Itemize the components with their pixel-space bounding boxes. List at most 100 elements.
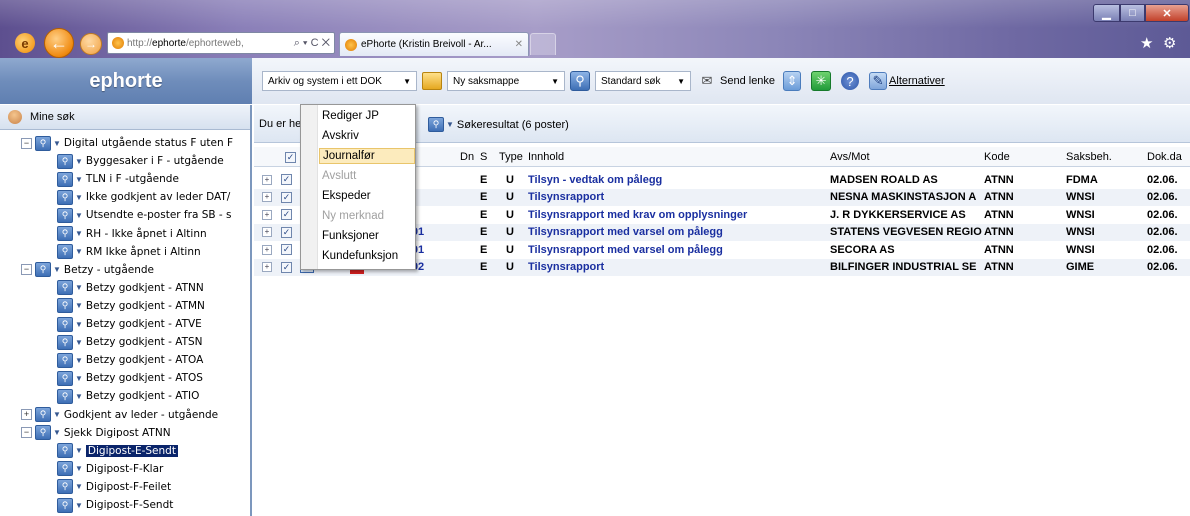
cell-innhold[interactable]: Tilsynsrapport med krav om opplysninger xyxy=(528,209,747,221)
search-icon[interactable]: ⚲ xyxy=(428,117,444,132)
context-menu-item[interactable]: Rediger JP xyxy=(319,108,415,124)
row-checkbox[interactable]: ✓ xyxy=(281,244,292,255)
context-menu-item[interactable]: Funksjoner xyxy=(319,228,415,244)
alternatives-icon[interactable]: ✎ xyxy=(869,72,888,90)
row-expand-icon[interactable]: + xyxy=(262,192,272,202)
chevron-down-icon[interactable]: ▼ xyxy=(75,446,83,455)
archive-select[interactable]: Arkiv og system i ett DOK ▼ xyxy=(262,71,417,91)
sidebar-item[interactable]: + ⚲ ▼ Godkjent av leder - utgående xyxy=(21,406,218,424)
chevron-down-icon[interactable]: ▼ xyxy=(75,301,83,310)
sidebar-item[interactable]: ⚲ ▼ Ikke godkjent av leder DAT/ xyxy=(57,188,230,206)
folder-icon[interactable] xyxy=(422,72,442,90)
col-dn[interactable]: Dn xyxy=(460,147,474,167)
row-checkbox[interactable]: ✓ xyxy=(281,209,292,220)
alternatives-button[interactable]: Alternativer xyxy=(889,75,945,87)
case-select[interactable]: Ny saksmappe ▼ xyxy=(447,71,565,91)
refresh-icon[interactable]: ✳ xyxy=(811,71,832,91)
chevron-down-icon[interactable]: ▼ xyxy=(75,338,83,347)
favorites-star-icon[interactable]: ★ xyxy=(1140,34,1153,52)
chevron-down-icon[interactable]: ▼ xyxy=(53,410,61,419)
cell-innhold[interactable]: Tilsynsrapport med varsel om pålegg xyxy=(528,244,723,256)
chevron-down-icon[interactable]: ▼ xyxy=(75,211,83,220)
sidebar-item[interactable]: − ⚲ ▼ Sjekk Digipost ATNN xyxy=(21,424,171,442)
chevron-down-icon[interactable]: ▼ xyxy=(75,229,83,238)
close-window-button[interactable]: ✕ xyxy=(1145,4,1189,22)
context-menu-item[interactable]: Kundefunksjon xyxy=(319,248,415,264)
sidebar-item[interactable]: ⚲ ▼ Betzy godkjent - ATMN xyxy=(57,297,205,315)
row-checkbox[interactable]: ✓ xyxy=(281,226,292,238)
sidebar-item[interactable]: ⚲ ▼ Byggesaker i F - utgående xyxy=(57,152,224,170)
chevron-down-icon[interactable]: ▼ xyxy=(75,374,83,383)
collapse-icon[interactable]: − xyxy=(21,427,32,439)
row-expand-icon[interactable]: + xyxy=(262,174,272,185)
col-saksbeh[interactable]: Saksbeh. xyxy=(1066,147,1112,167)
col-innhold[interactable]: Innhold xyxy=(528,147,564,167)
sidebar-item[interactable]: ⚲ ▼ Betzy godkjent - ATSN xyxy=(57,333,203,351)
context-menu-item[interactable]: Journalfør xyxy=(319,148,415,164)
sidebar-item[interactable]: ⚲ ▼ RH - Ikke åpnet i Altinn xyxy=(57,225,207,243)
address-controls-icon[interactable]: ⌕ ▾ C ✕ xyxy=(289,36,334,50)
search-icon[interactable]: ⚲ xyxy=(570,71,590,91)
chevron-down-icon[interactable]: ▼ xyxy=(75,157,83,166)
sidebar-item[interactable]: ⚲ ▼ TLN i F -utgående xyxy=(57,170,179,188)
forward-button[interactable]: → xyxy=(80,33,102,55)
context-menu-item[interactable]: Avskriv xyxy=(319,128,415,144)
sort-updown-icon[interactable]: ⇕ xyxy=(783,71,802,91)
chevron-down-icon[interactable]: ▼ xyxy=(53,428,61,437)
sidebar-item[interactable]: ⚲ ▼ Utsendte e-poster fra SB - s xyxy=(57,206,232,224)
sidebar-item[interactable]: ⚲ ▼ Betzy godkjent - ATVE xyxy=(57,315,202,333)
cell-innhold[interactable]: Tilsynsrapport med varsel om pålegg xyxy=(528,226,723,238)
col-s[interactable]: S xyxy=(480,147,487,167)
browser-tab[interactable]: ePhorte (Kristin Breivoll - Ar... ✕ xyxy=(339,32,529,56)
sidebar-item[interactable]: ⚲ ▼ Digipost-F-Feilet xyxy=(57,478,171,496)
row-expand-icon[interactable]: + xyxy=(262,244,272,255)
row-expand-icon[interactable]: + xyxy=(262,227,272,237)
context-menu-item[interactable]: Ekspeder xyxy=(319,188,415,204)
chevron-down-icon[interactable]: ▼ xyxy=(75,320,83,329)
new-tab-button[interactable] xyxy=(530,33,556,55)
chevron-down-icon[interactable]: ▼ xyxy=(53,265,61,274)
row-expand-icon[interactable]: + xyxy=(262,209,272,220)
help-icon[interactable]: ? xyxy=(841,72,860,90)
chevron-down-icon[interactable]: ▼ xyxy=(75,392,83,401)
chevron-down-icon[interactable]: ▼ xyxy=(75,247,83,256)
collapse-icon[interactable]: − xyxy=(21,137,32,149)
send-link-button[interactable]: Send lenke xyxy=(720,75,775,87)
sidebar-item[interactable]: ⚲ ▼ Digipost-E-Sendt xyxy=(57,442,178,460)
sidebar-item[interactable]: ⚲ ▼ Betzy godkjent - ATNN xyxy=(57,279,204,297)
sidebar-item[interactable]: ⚲ ▼ Digipost-F-Sendt xyxy=(57,496,173,514)
col-avsmot[interactable]: Avs/Mot xyxy=(830,147,870,167)
col-dokdato[interactable]: Dok.da xyxy=(1147,147,1182,167)
tools-gear-icon[interactable]: ⚙ xyxy=(1163,34,1176,52)
maximize-button[interactable]: □ xyxy=(1120,4,1145,22)
chevron-down-icon[interactable]: ▼ xyxy=(75,283,83,292)
tab-close-icon[interactable]: ✕ xyxy=(515,39,523,50)
row-checkbox[interactable]: ✓ xyxy=(281,174,292,185)
chevron-down-icon[interactable]: ▼ xyxy=(75,501,83,510)
sidebar-item[interactable]: ⚲ ▼ Betzy godkjent - ATIO xyxy=(57,387,199,405)
sidebar-item[interactable]: ⚲ ▼ Betzy godkjent - ATOA xyxy=(57,351,203,369)
chevron-down-icon[interactable]: ▼ xyxy=(75,193,83,202)
send-link-icon[interactable]: ✉ xyxy=(696,70,718,92)
minimize-button[interactable]: ▁ xyxy=(1093,4,1120,22)
col-type[interactable]: Type xyxy=(499,147,523,167)
sidebar-item[interactable]: − ⚲ ▼ Digital utgående status F uten F xyxy=(21,134,233,152)
row-expand-icon[interactable]: + xyxy=(262,262,272,272)
chevron-down-icon[interactable]: ▼ xyxy=(53,139,61,148)
sidebar-item[interactable]: ⚲ ▼ RM Ikke åpnet i Altinn xyxy=(57,243,201,261)
cell-innhold[interactable]: Tilsyn - vedtak om pålegg xyxy=(528,174,662,186)
expand-icon[interactable]: + xyxy=(21,409,32,420)
address-bar[interactable]: http:// ephorte /ephorteweb, ⌕ ▾ C ✕ xyxy=(107,32,335,54)
collapse-icon[interactable]: − xyxy=(21,264,32,276)
chevron-down-icon[interactable]: ▼ xyxy=(75,464,83,473)
chevron-down-icon[interactable]: ▼ xyxy=(75,175,83,184)
col-kode[interactable]: Kode xyxy=(984,147,1010,167)
select-all-checkbox[interactable]: ✓ xyxy=(285,147,296,167)
search-type-select[interactable]: Standard søk ▼ xyxy=(595,71,691,91)
chevron-down-icon[interactable]: ▼ xyxy=(75,356,83,365)
row-checkbox[interactable]: ✓ xyxy=(281,261,292,273)
cell-innhold[interactable]: Tilsynsrapport xyxy=(528,261,604,273)
sidebar-item[interactable]: ⚲ ▼ Betzy godkjent - ATOS xyxy=(57,369,203,387)
chevron-down-icon[interactable]: ▼ xyxy=(75,482,83,491)
sidebar-item[interactable]: ⚲ ▼ Digipost-F-Klar xyxy=(57,460,163,478)
